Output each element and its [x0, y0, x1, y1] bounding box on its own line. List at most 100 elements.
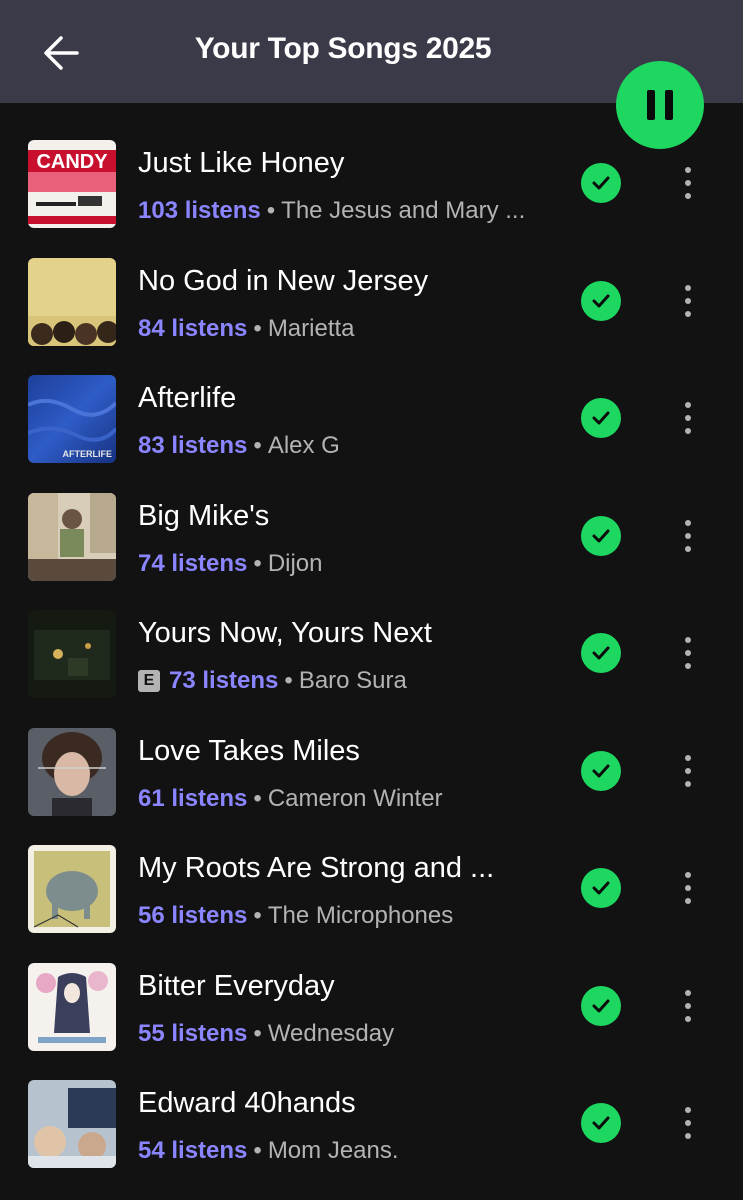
artist-name: The Microphones [267, 902, 454, 929]
song-meta: 74 listens • Dijon [138, 548, 558, 580]
separator: • [253, 902, 262, 929]
separator: • [266, 197, 276, 224]
album-cover [28, 492, 116, 581]
listen-count: 61 listens [138, 784, 248, 812]
list-item[interactable]: No God in New Jersey 84 listens • Mariet… [0, 243, 743, 361]
more-options-button[interactable] [670, 163, 706, 203]
check-icon [592, 999, 610, 1012]
check-icon [592, 411, 610, 425]
artist-name: Marietta [267, 314, 355, 342]
more-vertical-icon [685, 402, 691, 408]
saved-check-button[interactable] [581, 985, 621, 1026]
song-meta: 61 listens • Cameron Winter [138, 783, 558, 815]
list-item[interactable]: My Roots Are Strong and ... 56 listens •… [0, 830, 743, 948]
check-icon [592, 646, 610, 660]
more-vertical-icon [685, 872, 691, 878]
artist-name: Alex G [267, 432, 340, 459]
song-title: Afterlife [138, 382, 237, 414]
song-title: Love Takes Miles [138, 734, 360, 767]
saved-check-button[interactable] [581, 633, 621, 673]
list-item[interactable]: Yours Now, Yours Next E 73 listens • Bar… [0, 595, 743, 713]
list-item[interactable]: Love Takes Miles 61 listens • Cameron Wi… [0, 713, 743, 831]
artist-name: Mom Jeans. [267, 1137, 399, 1164]
check-icon [592, 529, 610, 542]
separator: • [253, 314, 262, 342]
listen-count: 83 listens [138, 432, 248, 459]
album-cover [28, 962, 116, 1051]
song-meta: 103 listens • The Jesus and Mary ... [138, 195, 558, 227]
check-icon [592, 176, 610, 190]
listen-count: 55 listens [138, 1019, 248, 1047]
artist-name: Wednesday [267, 1019, 395, 1047]
more-options-button[interactable] [670, 986, 706, 1026]
separator: • [253, 1137, 262, 1164]
artist-name: Dijon [267, 549, 323, 577]
saved-check-button[interactable] [581, 163, 621, 203]
more-vertical-icon [685, 637, 691, 643]
song-title: Yours Now, Yours Next [138, 617, 432, 649]
list-item[interactable]: CANDY Just Like Honey 103 listens • The … [0, 125, 743, 243]
more-options-button[interactable] [670, 751, 706, 791]
pause-button[interactable] [616, 61, 704, 149]
album-cover [28, 727, 116, 816]
page-title: Your Top Songs 2025 [194, 32, 492, 65]
more-vertical-icon [685, 1107, 691, 1113]
song-title: Just Like Honey [138, 147, 345, 179]
song-meta: 54 listens • Mom Jeans. [138, 1135, 558, 1167]
more-options-button[interactable] [670, 1103, 706, 1143]
svg-text:CANDY: CANDY [36, 151, 108, 173]
more-vertical-icon [685, 284, 691, 291]
check-icon [592, 1116, 610, 1130]
listen-count: 56 listens [138, 902, 248, 929]
saved-check-button[interactable] [581, 1103, 621, 1143]
saved-check-button[interactable] [581, 398, 621, 438]
listen-count: 74 listens [138, 549, 248, 577]
more-vertical-icon [685, 754, 691, 761]
listen-count: 73 listens [169, 667, 279, 694]
separator: • [253, 432, 262, 459]
listen-count: 84 listens [138, 314, 248, 342]
list-item[interactable]: Edward 40hands 54 listens • Mom Jeans. [0, 1065, 743, 1183]
artist-name: Baro Sura [298, 667, 407, 694]
separator: • [253, 784, 262, 812]
separator: • [253, 1019, 262, 1047]
more-vertical-icon [685, 989, 691, 996]
saved-check-button[interactable] [581, 868, 621, 908]
album-cover [28, 257, 116, 346]
song-meta: 83 listens • Alex G [138, 430, 558, 462]
album-cover [28, 1080, 116, 1168]
artist-name: The Jesus and Mary ... [281, 197, 526, 224]
list-item[interactable]: Big Mike's 74 listens • Dijon [0, 478, 743, 596]
check-icon [592, 764, 610, 777]
listen-count: 103 listens [138, 197, 261, 224]
song-meta: 56 listens • The Microphones [138, 900, 558, 932]
saved-check-button[interactable] [581, 515, 621, 556]
song-title: My Roots Are Strong and ... [138, 852, 495, 884]
check-icon [592, 881, 610, 895]
more-options-button[interactable] [670, 633, 706, 673]
song-title: Bitter Everyday [138, 969, 335, 1002]
album-cover [28, 610, 116, 698]
saved-check-button[interactable] [581, 750, 621, 791]
more-vertical-icon [685, 167, 691, 173]
song-title: Big Mike's [138, 499, 270, 532]
svg-text:AFTERLIFE: AFTERLIFE [63, 449, 113, 459]
separator: • [284, 667, 293, 694]
song-list: CANDY Just Like Honey 103 listens • The … [0, 125, 743, 1183]
listen-count: 54 listens [138, 1137, 248, 1164]
list-item[interactable]: Bitter Everyday 55 listens • Wednesday [0, 948, 743, 1066]
song-title: No God in New Jersey [138, 264, 429, 297]
saved-check-button[interactable] [581, 280, 621, 321]
list-item[interactable]: AFTERLIFE Afterlife 83 listens • Alex G [0, 360, 743, 478]
album-cover [28, 845, 116, 933]
explicit-badge: E [138, 670, 160, 692]
check-icon [592, 294, 610, 307]
more-options-button[interactable] [670, 398, 706, 438]
more-options-button[interactable] [670, 516, 706, 556]
more-options-button[interactable] [670, 281, 706, 321]
more-options-button[interactable] [670, 868, 706, 908]
song-meta: 84 listens • Marietta [138, 313, 558, 345]
more-vertical-icon [685, 519, 691, 526]
song-title: Edward 40hands [138, 1087, 356, 1119]
artist-name: Cameron Winter [267, 784, 443, 812]
